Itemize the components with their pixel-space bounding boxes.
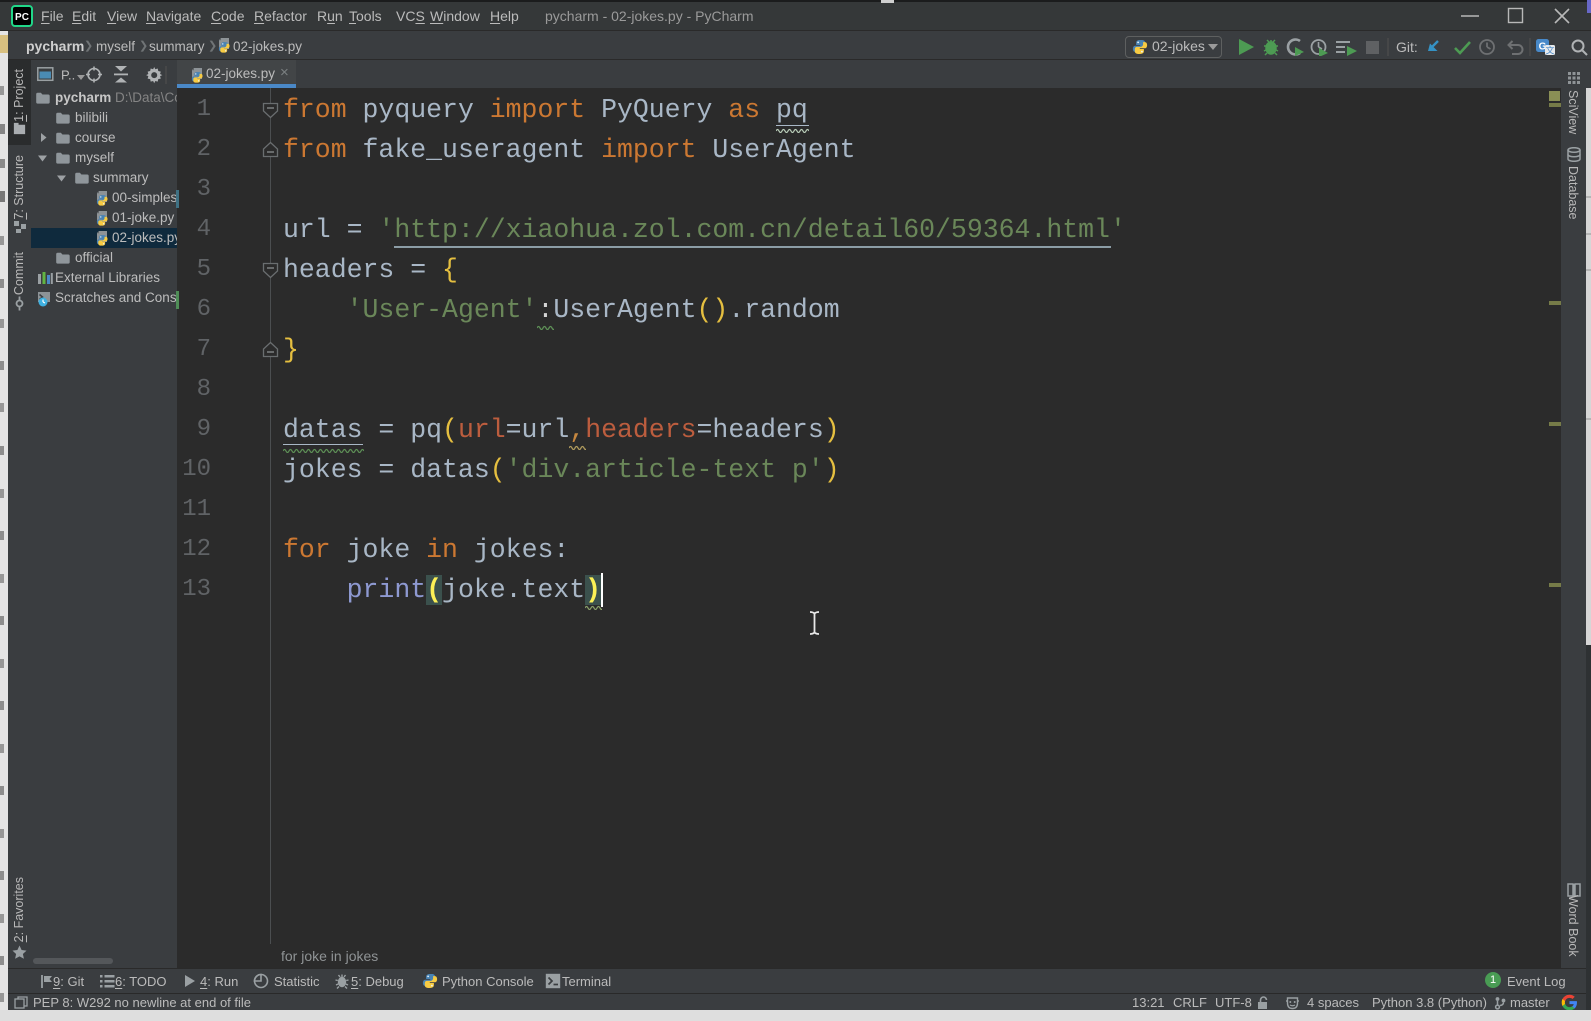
svg-text:P..: P.. — [61, 68, 75, 83]
svg-text:Git:: Git: — [1396, 39, 1418, 55]
svg-text:PC: PC — [15, 12, 29, 23]
svg-text:文: 文 — [1545, 44, 1554, 55]
